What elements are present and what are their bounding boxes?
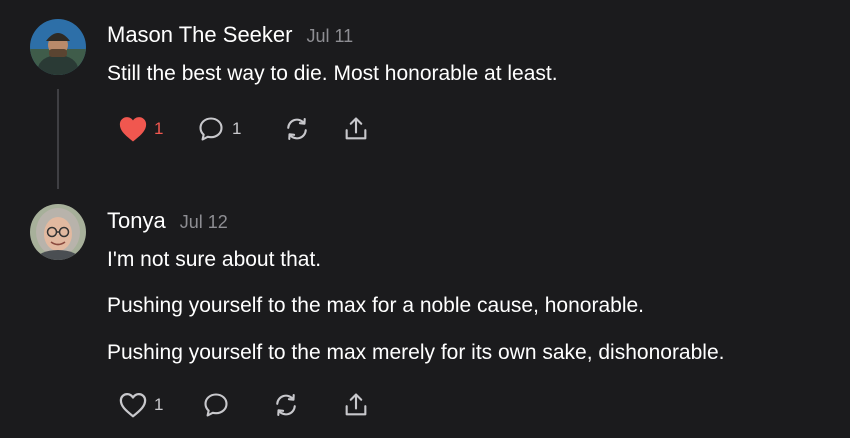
comment-actions: 1 1: [118, 113, 371, 145]
share-button[interactable]: [341, 391, 371, 419]
like-button[interactable]: 1: [118, 391, 201, 419]
speech-bubble-icon: [204, 393, 228, 417]
reply-count: 1: [232, 119, 242, 138]
comment-body-line: Pushing yourself to the max for a noble …: [107, 294, 644, 317]
author-name[interactable]: Mason The Seeker: [107, 22, 292, 48]
thread-line: [57, 89, 59, 189]
comment-date[interactable]: Jul 12: [180, 212, 228, 233]
comment-body-line: Still the best way to die. Most honorabl…: [107, 62, 558, 85]
comment-actions: 1: [118, 389, 371, 421]
reply-button[interactable]: 1: [196, 115, 282, 143]
comment-header: Tonya Jul 12: [107, 208, 228, 234]
restack-button[interactable]: [271, 391, 341, 419]
heart-icon: [119, 117, 147, 142]
speech-bubble-icon: [199, 117, 223, 141]
share-icon: [345, 117, 367, 140]
avatar-woman-glasses-icon: [30, 204, 86, 260]
like-count: 1: [154, 395, 164, 414]
avatar-man-hat-icon: [30, 19, 86, 75]
heart-icon: [119, 393, 147, 418]
like-count: 1: [154, 119, 164, 138]
share-button[interactable]: [341, 115, 371, 143]
comment-item: Mason The Seeker Jul 11 Still the best w…: [0, 0, 850, 190]
comment-item: Tonya Jul 12 I'm not sure about that. Pu…: [0, 190, 850, 438]
restack-icon: [276, 394, 296, 416]
reply-button[interactable]: [201, 391, 271, 419]
comment-body-line: Pushing yourself to the max merely for i…: [107, 341, 725, 364]
restack-button[interactable]: [282, 115, 341, 143]
comment-date[interactable]: Jul 11: [306, 26, 353, 47]
share-icon: [345, 393, 367, 416]
restack-icon: [287, 118, 307, 140]
author-name[interactable]: Tonya: [107, 208, 166, 234]
avatar[interactable]: [30, 19, 86, 75]
comment-body-line: I'm not sure about that.: [107, 248, 322, 271]
avatar[interactable]: [30, 204, 86, 260]
like-button[interactable]: 1: [118, 115, 196, 143]
comment-header: Mason The Seeker Jul 11: [107, 22, 353, 48]
